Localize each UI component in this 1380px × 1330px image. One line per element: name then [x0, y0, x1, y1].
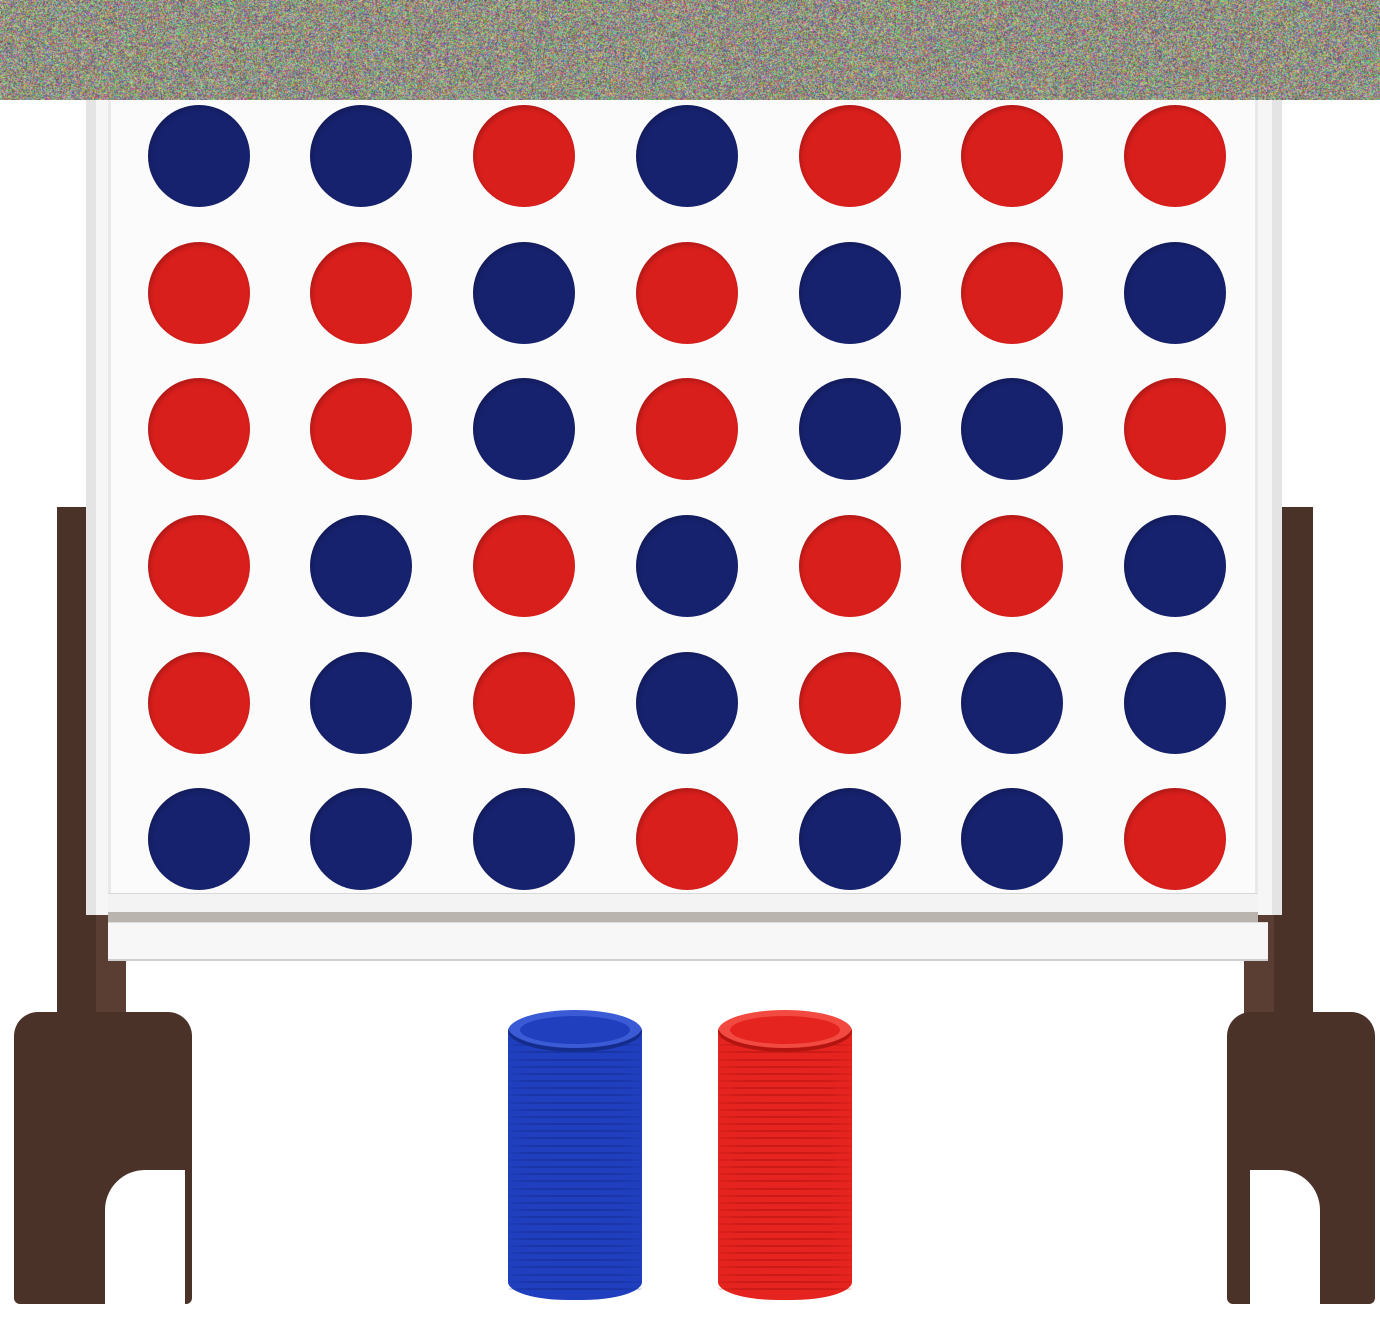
- disc-slot-r3-c4: [636, 378, 738, 480]
- red-chip: [718, 1109, 852, 1111]
- disc-slot-r2-c7: [1124, 242, 1226, 344]
- red-chip: [718, 1245, 852, 1247]
- red-chip: [718, 1288, 852, 1290]
- disc-slot-r4-c4: [636, 515, 738, 617]
- blue-chip: [508, 1059, 642, 1061]
- blue-chip: [508, 1188, 642, 1190]
- blue-chip: [508, 1166, 642, 1168]
- noise-banner: [0, 0, 1380, 100]
- blue-chip: [508, 1102, 642, 1104]
- blue-chip: [508, 1231, 642, 1233]
- red-chip: [718, 1281, 852, 1283]
- disc-slot-r4-c7: [1124, 515, 1226, 617]
- disc-slot-r2-c6: [961, 242, 1063, 344]
- red-chip: [718, 1238, 852, 1240]
- red-chip: [718, 1066, 852, 1068]
- blue-chip: [508, 1252, 642, 1254]
- disc-slot-r6-c1: [148, 788, 250, 890]
- blue-chip: [508, 1123, 642, 1125]
- disc-slot-r4-c1: [148, 515, 250, 617]
- disc-slot-r2-c4: [636, 242, 738, 344]
- blue-chip: [508, 1245, 642, 1247]
- blue-chip: [508, 1152, 642, 1154]
- disc-slot-r5-c3: [473, 652, 575, 754]
- disc-slot-r2-c1: [148, 242, 250, 344]
- blue-chip: [508, 1202, 642, 1204]
- blue-chip: [508, 1109, 642, 1111]
- red-chip: [718, 1123, 852, 1125]
- game-board: [108, 100, 1258, 915]
- disc-slot-r2-c5: [799, 242, 901, 344]
- disc-slot-r1-c3: [473, 105, 575, 207]
- red-chip: [718, 1274, 852, 1276]
- disc-slot-r6-c7: [1124, 788, 1226, 890]
- blue-chip: [508, 1274, 642, 1276]
- disc-slot-r6-c6: [961, 788, 1063, 890]
- red-chip: [718, 1202, 852, 1204]
- connect-four-photo: [0, 0, 1380, 1330]
- disc-slot-r2-c2: [310, 242, 412, 344]
- disc-slot-r3-c1: [148, 378, 250, 480]
- red-chip-rim: [730, 1016, 840, 1044]
- red-chip: [718, 1080, 852, 1082]
- blue-chip: [508, 1116, 642, 1118]
- disc-slot-r2-c3: [473, 242, 575, 344]
- blue-chip: [508, 1281, 642, 1283]
- red-chip: [718, 1073, 852, 1075]
- disc-slot-r6-c5: [799, 788, 901, 890]
- disc-slot-r3-c3: [473, 378, 575, 480]
- disc-slot-r4-c5: [799, 515, 901, 617]
- disc-slot-r6-c3: [473, 788, 575, 890]
- red-chip: [718, 1059, 852, 1061]
- red-chip: [718, 1195, 852, 1197]
- blue-chip: [508, 1145, 642, 1147]
- red-chip: [718, 1102, 852, 1104]
- red-chip: [718, 1159, 852, 1161]
- disc-slot-r5-c6: [961, 652, 1063, 754]
- disc-slot-r3-c5: [799, 378, 901, 480]
- disc-slot-r1-c2: [310, 105, 412, 207]
- blue-chip: [508, 1080, 642, 1082]
- release-slider: [108, 922, 1268, 961]
- disc-slot-r5-c1: [148, 652, 250, 754]
- disc-slot-r6-c2: [310, 788, 412, 890]
- disc-slot-r6-c4: [636, 788, 738, 890]
- red-chip: [718, 1209, 852, 1211]
- disc-slot-r1-c7: [1124, 105, 1226, 207]
- disc-slot-r5-c2: [310, 652, 412, 754]
- blue-chip: [508, 1238, 642, 1240]
- right-foot-notch: [1250, 1170, 1320, 1310]
- red-chip: [718, 1166, 852, 1168]
- left-foot-notch: [105, 1170, 185, 1310]
- blue-chip: [508, 1159, 642, 1161]
- disc-slot-r3-c2: [310, 378, 412, 480]
- red-chip: [718, 1188, 852, 1190]
- blue-chip: [508, 1288, 642, 1290]
- red-chip: [718, 1116, 852, 1118]
- disc-slot-r4-c6: [961, 515, 1063, 617]
- blue-chip: [508, 1209, 642, 1211]
- disc-slot-r1-c4: [636, 105, 738, 207]
- red-chip: [718, 1231, 852, 1233]
- disc-slot-r1-c6: [961, 105, 1063, 207]
- disc-slot-r1-c1: [148, 105, 250, 207]
- blue-chip-stack: [508, 1010, 642, 1310]
- red-chip: [718, 1145, 852, 1147]
- disc-slot-r1-c5: [799, 105, 901, 207]
- blue-chip: [508, 1195, 642, 1197]
- blue-chip: [508, 1073, 642, 1075]
- red-chip: [718, 1252, 852, 1254]
- red-chip: [718, 1152, 852, 1154]
- red-chip-stack: [718, 1010, 852, 1310]
- disc-slot-r4-c3: [473, 515, 575, 617]
- blue-chip-rim: [520, 1016, 630, 1044]
- disc-slot-r5-c7: [1124, 652, 1226, 754]
- disc-slot-r4-c2: [310, 515, 412, 617]
- blue-chip: [508, 1066, 642, 1068]
- disc-slot-r3-c7: [1124, 378, 1226, 480]
- disc-slot-r3-c6: [961, 378, 1063, 480]
- disc-slot-r5-c5: [799, 652, 901, 754]
- disc-slot-r5-c4: [636, 652, 738, 754]
